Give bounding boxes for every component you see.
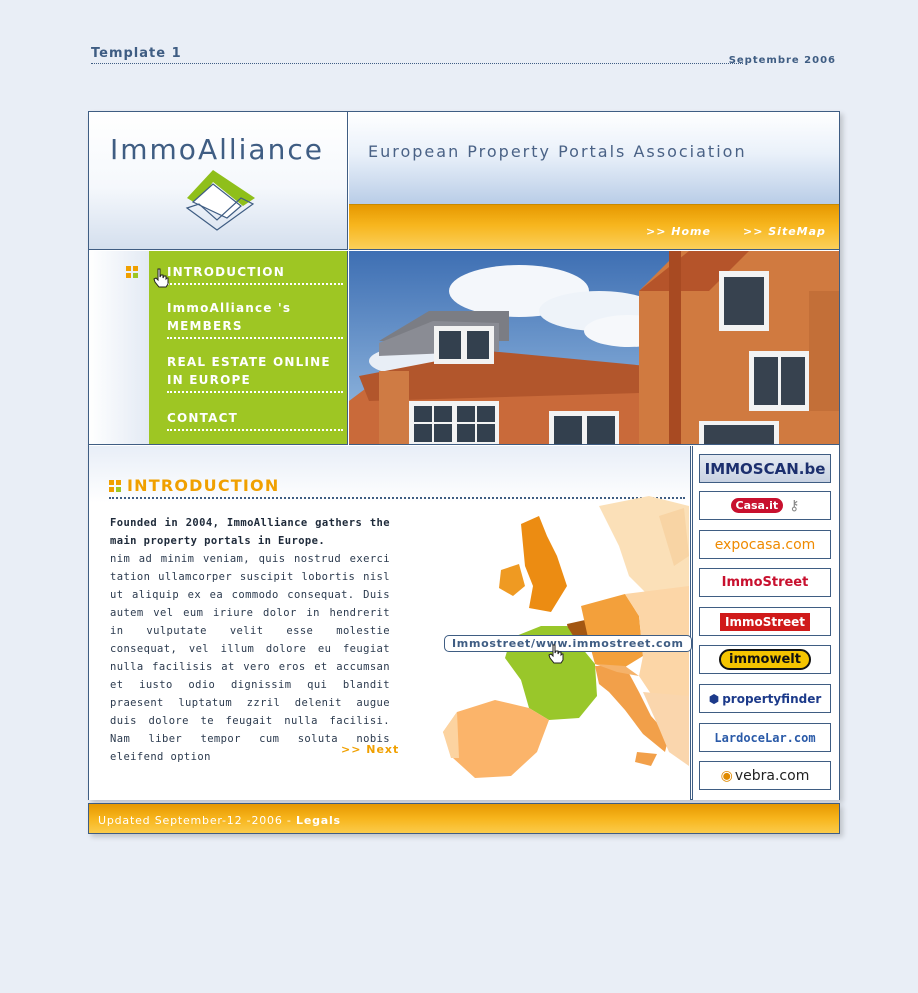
partner-logos: IMMOSCAN.be Casa.it ⚷ expocasa.com ImmoS… (692, 446, 839, 800)
intro-lead: Founded in 2004, ImmoAlliance gathers th… (110, 517, 390, 547)
key-icon: ⚷ (789, 497, 800, 514)
sidebar-gutter (89, 251, 149, 445)
side-menu: INTRODUCTION ImmoAlliance 's MEMBERS REA… (149, 251, 348, 445)
partner-immostreet-ch[interactable]: ImmoStreet (699, 568, 831, 597)
partner-propertyfinder-label: propertyfinder (722, 691, 822, 706)
hand-cursor-icon (153, 268, 169, 288)
intro-text: Founded in 2004, ImmoAlliance gathers th… (110, 514, 390, 766)
section-heading: INTRODUCTION (109, 476, 279, 495)
partner-lardocelar-label: LardoceLar.com (714, 730, 816, 745)
partner-immowelt-label: immowelt (719, 649, 811, 670)
logo-box[interactable]: ImmoAlliance (89, 112, 348, 250)
menu-item-members[interactable]: ImmoAlliance 's MEMBERS (167, 299, 343, 339)
site-logo-text: ImmoAlliance (110, 133, 324, 166)
footer-updated: Updated September-12 -2006 - (98, 814, 297, 827)
partner-vebra-label: vebra.com (734, 767, 810, 784)
section-title: INTRODUCTION (127, 476, 280, 495)
partner-casa-it-label: Casa.it (730, 498, 784, 513)
date-label: Septembre 2006 (728, 55, 836, 66)
nav-sitemap-link[interactable]: >> SiteMap (743, 225, 826, 238)
partner-immostreet-fr[interactable]: ImmoStreet (699, 607, 831, 636)
menu-item-contact[interactable]: CONTACT (167, 409, 343, 431)
partner-propertyfinder[interactable]: ⬢ propertyfinder (699, 684, 831, 713)
header-banner: European Property Portals Association (349, 112, 839, 204)
footer-legals-link[interactable]: Legals (296, 814, 341, 827)
house-logo-icon (185, 170, 255, 231)
menu-item-introduction[interactable]: INTRODUCTION (167, 263, 343, 285)
partner-immowelt[interactable]: immowelt (699, 645, 831, 674)
top-nav-bar: >> Home >> SiteMap (349, 204, 839, 250)
partner-expocasa[interactable]: expocasa.com (699, 530, 831, 559)
header-divider (91, 63, 743, 64)
section-marker-icon (109, 480, 121, 492)
house-photo-image (349, 251, 839, 444)
vebra-icon: ◉ (720, 767, 733, 784)
partner-lardocelar[interactable]: LardoceLar.com (699, 723, 831, 752)
partner-immoscan[interactable]: IMMOSCAN.be (699, 454, 831, 483)
nav-home-link[interactable]: >> Home (646, 225, 711, 238)
partner-expocasa-label: expocasa.com (714, 536, 816, 553)
partner-casa-it[interactable]: Casa.it ⚷ (699, 491, 831, 520)
main-content: INTRODUCTION Founded in 2004, ImmoAllian… (89, 446, 692, 800)
map-callout-label[interactable]: Immostreet/www.immostreet.com (444, 635, 692, 652)
active-menu-marker-icon (126, 266, 138, 278)
house-photo (349, 251, 839, 445)
intro-body: nim ad minim veniam, quis nostrud exerci… (110, 553, 390, 763)
map-hand-cursor-icon (548, 644, 564, 664)
partner-immoscan-label: IMMOSCAN.be (704, 459, 826, 478)
footer-text: Updated September-12 -2006 - Legals (98, 814, 341, 827)
partner-immostreet-ch-label: ImmoStreet (721, 575, 809, 590)
propertyfinder-icon: ⬢ (708, 691, 720, 706)
partner-vebra[interactable]: ◉ vebra.com (699, 761, 831, 790)
association-title: European Property Portals Association (368, 142, 747, 161)
partner-immostreet-fr-label: ImmoStreet (719, 612, 811, 631)
footer-bar: Updated September-12 -2006 - Legals (88, 803, 840, 834)
menu-item-real-estate-online[interactable]: REAL ESTATE ONLINE IN EUROPE (167, 353, 343, 393)
template-label: Template 1 (91, 46, 182, 61)
next-link[interactable]: >> Next (341, 743, 399, 756)
page-frame: ImmoAlliance European Property Portals A… (88, 111, 840, 800)
